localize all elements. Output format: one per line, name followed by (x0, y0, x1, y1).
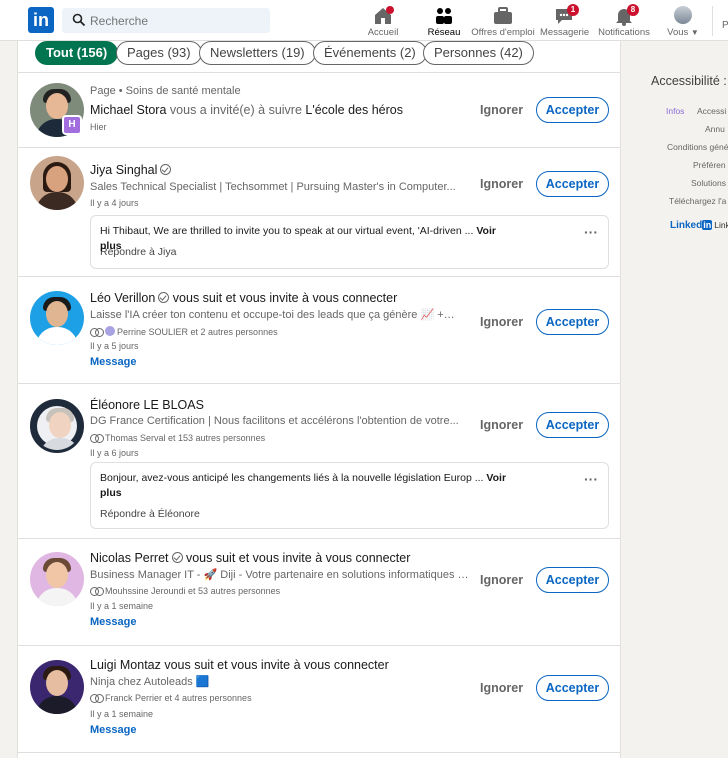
inviter-name[interactable]: Nicolas Perret (90, 551, 169, 565)
messaging-icon: 1 (553, 4, 579, 26)
mutual-avatar (105, 326, 115, 336)
network-icon (433, 6, 455, 26)
ignore-button[interactable]: Ignorer (480, 675, 523, 701)
mutual-connections-icon (90, 694, 104, 703)
page-logo-icon: H (62, 115, 82, 135)
nav-jobs[interactable]: Offres d'emploi (471, 4, 535, 40)
nav-notifications[interactable]: 8 Notifications (597, 4, 651, 40)
list-item: Nicolas Perret vous suit et vous invite … (18, 539, 620, 646)
avatar[interactable] (30, 156, 84, 210)
linkedin-logo[interactable]: in (28, 7, 54, 33)
filter-pages[interactable]: Pages (93) (116, 41, 202, 65)
accept-button[interactable]: Accepter (536, 675, 609, 701)
nav-premium-cut[interactable]: P (722, 20, 728, 31)
filter-bar: Tout (156) Pages (93) Newsletters (19) É… (17, 41, 621, 73)
rail-link-download[interactable]: Téléchargez l'a (669, 196, 726, 206)
top-nav: in Accueil Réseau Offres d'emploi 1 Mess… (0, 0, 728, 45)
reply-link[interactable]: Répondre à Éléonore (100, 508, 200, 520)
messaging-badge: 1 (567, 4, 579, 16)
verified-icon (158, 292, 170, 303)
reply-link[interactable]: Répondre à Jiya (100, 246, 176, 258)
verified-icon (171, 552, 183, 563)
avatar[interactable] (30, 291, 84, 345)
accept-button[interactable]: Accepter (536, 97, 609, 123)
accept-button[interactable]: Accepter (536, 309, 609, 335)
more-options-icon[interactable]: ··· (584, 471, 598, 487)
filter-people[interactable]: Personnes (42) (423, 41, 534, 65)
list-item: H Page • Soins de santé mentale Michael … (18, 73, 620, 148)
inviter-name[interactable]: Éléonore LE BLOAS (90, 398, 204, 412)
rail-link-about[interactable]: Infos (666, 106, 684, 116)
search-box[interactable] (62, 8, 270, 33)
mutual-connections-icon (90, 328, 104, 337)
nav-me[interactable]: Vous ▼ (664, 4, 702, 40)
page-name[interactable]: L'école des héros (305, 103, 403, 117)
rail-link-solutions[interactable]: Solutions (691, 178, 726, 188)
ignore-button[interactable]: Ignorer (480, 309, 523, 335)
list-item: Jiya Singhal Sales Technical Specialist … (18, 148, 620, 277)
filter-all[interactable]: Tout (156) (35, 41, 119, 65)
rail-link-preferences[interactable]: Préféren (693, 160, 726, 170)
more-options-icon[interactable]: ··· (584, 224, 598, 240)
me-avatar (674, 6, 692, 24)
accept-button[interactable]: Accepter (536, 567, 609, 593)
inviter-name[interactable]: Jiya Singhal (90, 163, 157, 177)
home-dot-badge (386, 6, 394, 14)
right-rail: Accessibilité : p Infos Accessi Annu Con… (638, 52, 728, 758)
filter-newsletters[interactable]: Newsletters (19) (199, 41, 316, 65)
ignore-button[interactable]: Ignorer (480, 171, 523, 197)
avatar[interactable] (30, 660, 84, 714)
invitations-list: H Page • Soins de santé mentale Michael … (17, 73, 621, 758)
inviter-name[interactable]: Léo Verillon (90, 291, 155, 305)
home-icon (372, 6, 394, 26)
nav-messaging[interactable]: 1 Messagerie (540, 4, 589, 40)
invitation-message: Bonjour, avez-vous anticipé les changeme… (90, 462, 609, 529)
nav-home[interactable]: Accueil (365, 4, 401, 40)
chevron-down-icon: ▼ (690, 28, 699, 37)
message-link[interactable]: Message (90, 616, 136, 628)
list-item: Léo Verillon vous suit et vous invite à … (18, 277, 620, 384)
linkedin-footer-logo: Linkedin Link (670, 220, 728, 231)
rail-link-ads[interactable]: Annu (705, 124, 725, 134)
ignore-button[interactable]: Ignorer (480, 567, 523, 593)
list-item: Luigi Montaz vous suit et vous invite à … (18, 646, 620, 753)
rail-link-terms[interactable]: Conditions géné (667, 142, 728, 152)
mutual-connections-icon (90, 587, 104, 596)
message-link[interactable]: Message (90, 356, 136, 368)
accept-button[interactable]: Accepter (536, 412, 609, 438)
accept-button[interactable]: Accepter (536, 171, 609, 197)
nav-network[interactable]: Réseau (426, 4, 462, 45)
avatar[interactable] (30, 552, 84, 606)
rail-link-accessibility[interactable]: Accessi (697, 106, 726, 116)
inviter-name[interactable]: Luigi Montaz (90, 658, 161, 672)
search-icon (72, 13, 86, 27)
ignore-button[interactable]: Ignorer (480, 97, 523, 123)
verified-icon (160, 164, 172, 175)
rail-title: Accessibilité : p (651, 74, 728, 88)
ignore-button[interactable]: Ignorer (480, 412, 523, 438)
nav-divider (712, 6, 713, 36)
avatar[interactable] (30, 399, 84, 453)
search-input[interactable] (90, 10, 265, 31)
filter-events[interactable]: Événements (2) (313, 41, 427, 65)
list-item: Éléonore LE BLOAS DG France Certificatio… (18, 384, 620, 539)
notifications-badge: 8 (627, 4, 639, 16)
bell-icon: 8 (613, 4, 639, 26)
mutual-connections-icon (90, 434, 104, 443)
inviter-name[interactable]: Michael Stora (90, 103, 166, 117)
invitation-message: Hi Thibaut, We are thrilled to invite yo… (90, 215, 609, 269)
briefcase-icon (492, 6, 514, 26)
message-link[interactable]: Message (90, 724, 136, 736)
